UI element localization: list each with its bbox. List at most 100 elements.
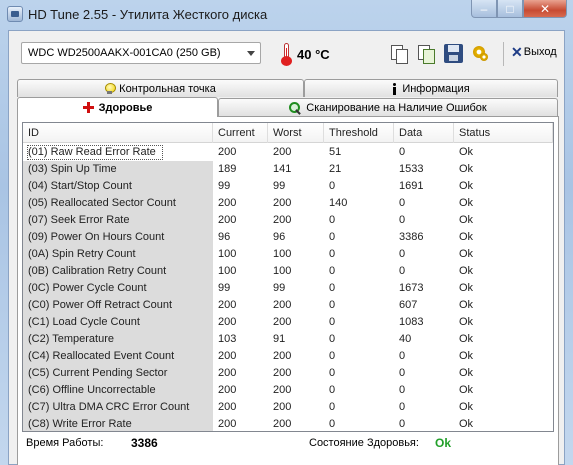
- exit-label: Выход: [523, 46, 557, 58]
- table-cell: 0: [399, 248, 406, 260]
- table-row[interactable]: (C5) Current Pending Sector 200 200 0 0 Ok: [23, 365, 553, 382]
- table-row[interactable]: (C4) Reallocated Event Count 200 200 0 0 Ok: [23, 348, 553, 365]
- column-header-id[interactable]: ID: [23, 123, 213, 143]
- tab-checkpoint[interactable]: Контрольная точка: [17, 79, 304, 97]
- main-window: WDC WD2500AAKX-001CA0 (250 GB) 40 °C ✕ В…: [8, 30, 565, 465]
- table-cell: 100: [273, 265, 292, 277]
- table-cell: 0: [329, 231, 336, 243]
- table-cell: 99: [218, 180, 231, 192]
- table-cell: (C5) Current Pending Sector: [23, 365, 213, 382]
- table-cell: 100: [218, 265, 237, 277]
- table-cell: 1083: [399, 316, 424, 328]
- table-row[interactable]: (0C) Power Cycle Count 99 99 0 1673 Ok: [23, 280, 553, 297]
- tab-info[interactable]: Информация: [304, 79, 558, 97]
- exit-icon: ✕: [511, 44, 523, 60]
- table-cell: 96: [273, 231, 286, 243]
- info-icon: [392, 82, 397, 95]
- table-row[interactable]: (C8) Write Error Rate 200 200 0 0 Ok: [23, 416, 553, 431]
- table-cell: 0: [329, 418, 336, 430]
- table-row[interactable]: (05) Reallocated Sector Count 200 200 140 0 O…: [23, 195, 553, 212]
- table-cell: 200: [273, 350, 292, 362]
- table-cell: (05) Reallocated Sector Count: [23, 195, 213, 212]
- table-cell: 0: [329, 265, 336, 277]
- minimize-button[interactable]: –: [471, 0, 497, 18]
- table-row[interactable]: (01) Raw Read Error Rate 200 200 51 0 Ok: [23, 144, 553, 161]
- table-cell: 200: [273, 146, 292, 158]
- table-cell: Ok: [459, 401, 474, 413]
- uptime-value: 3386: [131, 436, 158, 450]
- table-cell: Ok: [459, 163, 474, 175]
- chevron-down-icon[interactable]: [247, 51, 255, 56]
- table-row[interactable]: (C0) Power Off Retract Count 200 200 0 607 Ok: [23, 297, 553, 314]
- table-cell: Ok: [459, 350, 474, 362]
- table-cell: (C2) Temperature: [23, 331, 213, 348]
- copy-info-icon[interactable]: [390, 44, 409, 64]
- table-cell: 200: [218, 299, 237, 311]
- table-cell: 607: [399, 299, 418, 311]
- column-header-current[interactable]: Current: [213, 123, 268, 143]
- table-cell: 0: [329, 333, 336, 345]
- column-header-data[interactable]: Data: [394, 123, 454, 143]
- tab-error-scan-label: Сканирование на Наличие Ошибок: [306, 101, 487, 114]
- save-icon[interactable]: [444, 44, 463, 63]
- table-cell: 0: [329, 299, 336, 311]
- table-cell: Ok: [459, 214, 474, 226]
- table-row[interactable]: (C1) Load Cycle Count 200 200 0 1083 Ok: [23, 314, 553, 331]
- temperature-value: 40 °C: [297, 47, 330, 62]
- tab-error-scan[interactable]: Сканирование на Наличие Ошибок: [218, 98, 558, 116]
- table-cell: 0: [399, 418, 406, 430]
- table-cell: 200: [218, 350, 237, 362]
- exit-button[interactable]: ✕ Выход: [511, 44, 557, 60]
- toolbar: WDC WD2500AAKX-001CA0 (250 GB) 40 °C ✕ В…: [9, 31, 564, 77]
- status-line: Время Работы: 3386 Состояние Здоровья: O…: [18, 431, 560, 453]
- column-header-status[interactable]: Status: [454, 123, 553, 143]
- table-cell: Ok: [459, 248, 474, 260]
- drive-select[interactable]: WDC WD2500AAKX-001CA0 (250 GB): [21, 42, 261, 64]
- table-cell: (C0) Power Off Retract Count: [23, 297, 213, 314]
- table-row[interactable]: (04) Start/Stop Count 99 99 0 1691 Ok: [23, 178, 553, 195]
- table-cell: 200: [273, 299, 292, 311]
- table-cell: (0B) Calibration Retry Count: [23, 263, 213, 280]
- table-row[interactable]: (0A) Spin Retry Count 100 100 0 0 Ok: [23, 246, 553, 263]
- table-cell: 100: [273, 248, 292, 260]
- table-cell: 0: [399, 197, 406, 209]
- table-cell: 200: [273, 316, 292, 328]
- maximize-button[interactable]: □: [497, 0, 523, 18]
- table-cell: Ok: [459, 367, 474, 379]
- lightbulb-icon: [105, 82, 117, 95]
- table-row[interactable]: (09) Power On Hours Count 96 96 0 3386 Ok: [23, 229, 553, 246]
- table-cell: 0: [329, 248, 336, 260]
- options-icon[interactable]: [471, 44, 490, 63]
- table-row[interactable]: (C7) Ultra DMA CRC Error Count 200 200 0 0 Ok: [23, 399, 553, 416]
- table-cell: 99: [273, 282, 286, 294]
- table-row[interactable]: (0B) Calibration Retry Count 100 100 0 0 Ok: [23, 263, 553, 280]
- table-cell: 0: [329, 316, 336, 328]
- table-cell: Ok: [459, 197, 474, 209]
- table-cell: Ok: [459, 231, 474, 243]
- table-cell: (04) Start/Stop Count: [23, 178, 213, 195]
- table-cell: (C6) Offline Uncorrectable: [23, 382, 213, 399]
- table-cell: 96: [218, 231, 231, 243]
- column-header-threshold[interactable]: Threshold: [324, 123, 394, 143]
- table-cell: 0: [399, 214, 406, 226]
- table-row[interactable]: (07) Seek Error Rate 200 200 0 0 Ok: [23, 212, 553, 229]
- table-cell: (C8) Write Error Rate: [23, 416, 213, 431]
- tab-health[interactable]: Здоровье: [17, 97, 218, 117]
- table-row[interactable]: (03) Spin Up Time 189 141 21 1533 Ok: [23, 161, 553, 178]
- column-header-worst[interactable]: Worst: [268, 123, 324, 143]
- table-cell: 200: [218, 384, 237, 396]
- table-row[interactable]: (C6) Offline Uncorrectable 200 200 0 0 Ok: [23, 382, 553, 399]
- table-cell: 0: [329, 384, 336, 396]
- table-cell: 200: [218, 214, 237, 226]
- smart-table[interactable]: ID Current Worst Threshold Data Status (…: [22, 122, 554, 432]
- table-cell: 40: [399, 333, 412, 345]
- table-cell: Ok: [459, 265, 474, 277]
- copy-screenshot-icon[interactable]: [417, 44, 436, 64]
- table-cell: Ok: [459, 299, 474, 311]
- table-row[interactable]: (C2) Temperature 103 91 0 40 Ok: [23, 331, 553, 348]
- table-cell: Ok: [459, 146, 474, 158]
- health-status-value: Ok: [435, 436, 452, 450]
- close-button[interactable]: ✕: [523, 0, 567, 18]
- app-icon[interactable]: [7, 6, 23, 22]
- table-cell: 200: [273, 418, 292, 430]
